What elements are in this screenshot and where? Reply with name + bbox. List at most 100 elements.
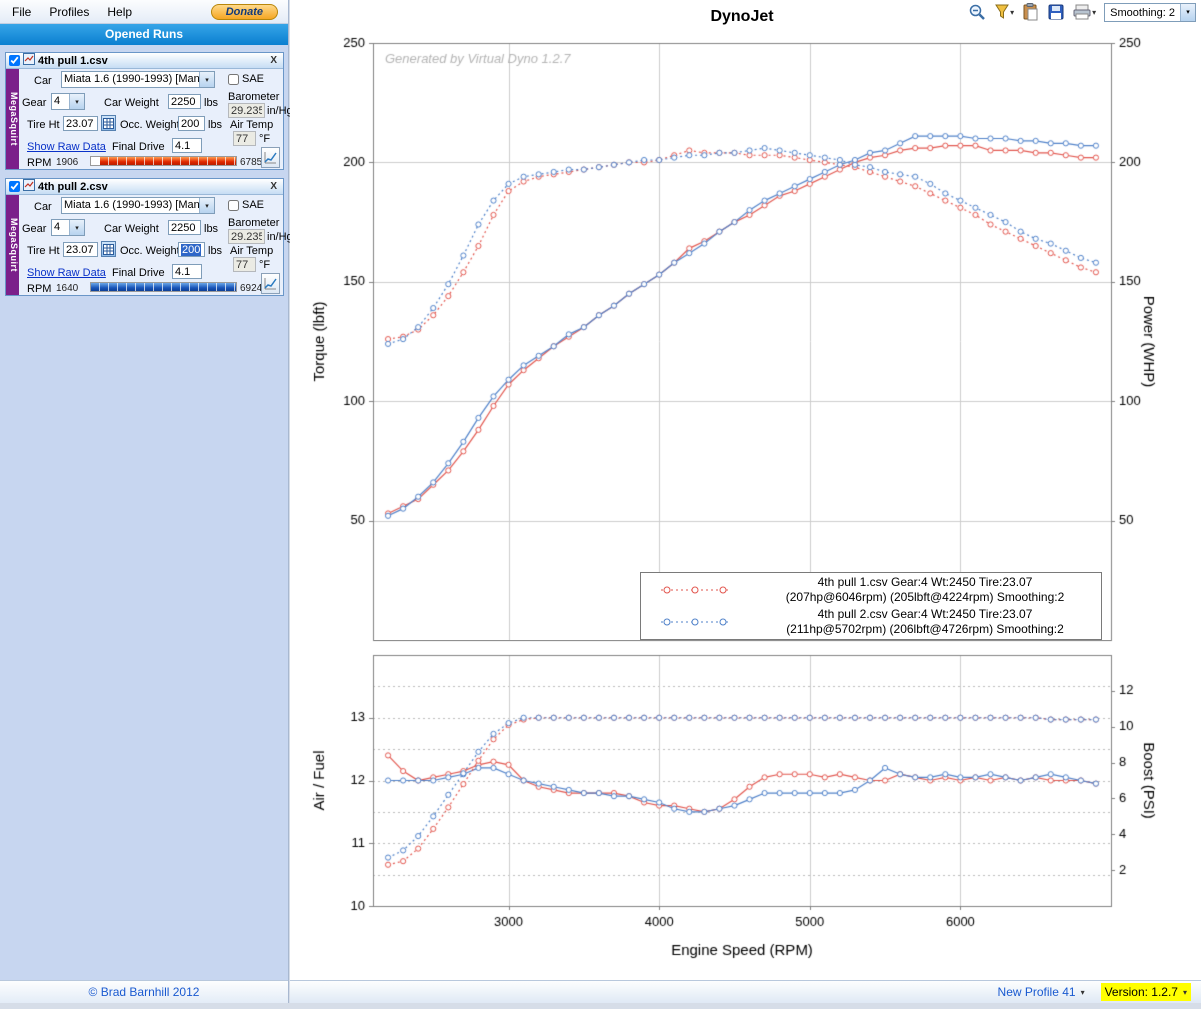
run-title-bar[interactable]: 4th pull 2.csv X bbox=[6, 179, 283, 195]
view-graph-button[interactable] bbox=[261, 147, 280, 168]
run-chart-icon bbox=[23, 53, 35, 68]
lbs-label: lbs bbox=[208, 245, 222, 257]
occ-weight-input[interactable] bbox=[178, 116, 205, 131]
megasquirt-badge: MegaSquirt bbox=[6, 69, 19, 169]
occ-weight-label: Occ. Weight bbox=[120, 119, 180, 131]
megasquirt-badge: MegaSquirt bbox=[6, 195, 19, 295]
barometer-input bbox=[228, 103, 265, 118]
run-enabled-checkbox[interactable] bbox=[9, 181, 20, 192]
rpm-end-value: 6924 bbox=[240, 283, 262, 294]
car-weight-label: Car Weight bbox=[104, 223, 159, 235]
run-title-bar[interactable]: 4th pull 1.csv X bbox=[6, 53, 283, 69]
car-weight-label: Car Weight bbox=[104, 97, 159, 109]
air-temp-input bbox=[233, 131, 256, 146]
car-weight-input[interactable] bbox=[168, 220, 201, 235]
sidebar-footer: © Brad Barnhill 2012 bbox=[0, 980, 288, 1003]
sae-label: SAE bbox=[242, 73, 264, 85]
menu-item-profiles[interactable]: Profiles bbox=[41, 2, 97, 22]
menu-item-help[interactable]: Help bbox=[99, 2, 140, 22]
legend-sample-icon bbox=[641, 616, 749, 628]
inhg-label: in/Hg bbox=[267, 105, 293, 117]
dyno-charts-canvas bbox=[290, 0, 1201, 980]
run-panel-2: 4th pull 2.csv X MegaSquirt Car Miata 1.… bbox=[5, 178, 284, 296]
gear-label: Gear bbox=[22, 97, 46, 109]
gear-select[interactable]: 4▾ bbox=[51, 219, 85, 236]
sae-checkbox[interactable] bbox=[228, 74, 239, 85]
lbs-label: lbs bbox=[208, 119, 222, 131]
tire-ht-label: Tire Ht bbox=[27, 245, 60, 257]
sidebar: File Profiles Help Donate Opened Runs 4t… bbox=[0, 0, 289, 1003]
chevron-down-icon: ▾ bbox=[69, 220, 84, 235]
menu-bar: File Profiles Help Donate bbox=[0, 0, 288, 24]
rpm-start-value: 1906 bbox=[56, 157, 78, 168]
car-weight-input[interactable] bbox=[168, 94, 201, 109]
donate-button[interactable]: Donate bbox=[211, 4, 278, 20]
caret-down-icon: ▾ bbox=[1183, 988, 1187, 997]
legend-entry: 4th pull 2.csv Gear:4 Wt:2450 Tire:23.07… bbox=[641, 606, 1101, 638]
status-bar: New Profile 41▾ Version: 1.2.7▾ bbox=[290, 980, 1201, 1003]
rpm-range-slider[interactable] bbox=[90, 282, 237, 292]
car-select[interactable]: Miata 1.6 (1990-1993) [Manu▾ bbox=[61, 197, 215, 214]
legend-text: 4th pull 2.csv Gear:4 Wt:2450 Tire:23.07… bbox=[749, 607, 1101, 637]
barometer-input bbox=[228, 229, 265, 244]
tire-calculator-button[interactable] bbox=[101, 241, 116, 257]
chart-legend: 4th pull 1.csv Gear:4 Wt:2450 Tire:23.07… bbox=[640, 572, 1102, 640]
degf-label: °F bbox=[259, 133, 270, 145]
chevron-down-icon: ▾ bbox=[199, 72, 214, 87]
barometer-label: Barometer bbox=[228, 217, 279, 229]
run-title: 4th pull 1.csv bbox=[38, 55, 264, 67]
inhg-label: in/Hg bbox=[267, 231, 293, 243]
run-body: MegaSquirt Car Miata 1.6 (1990-1993) [Ma… bbox=[6, 195, 283, 295]
version-select[interactable]: Version: 1.2.7▾ bbox=[1101, 983, 1191, 1001]
car-label: Car bbox=[34, 75, 52, 87]
tire-ht-input[interactable] bbox=[63, 116, 98, 131]
run-chart-icon bbox=[23, 179, 35, 194]
rpm-label: RPM bbox=[27, 157, 51, 169]
chevron-down-icon: ▾ bbox=[199, 198, 214, 213]
chevron-down-icon: ▾ bbox=[69, 94, 84, 109]
close-run-button[interactable]: X bbox=[267, 181, 280, 192]
gear-select[interactable]: 4▾ bbox=[51, 93, 85, 110]
legend-text: 4th pull 1.csv Gear:4 Wt:2450 Tire:23.07… bbox=[749, 575, 1101, 605]
rpm-range-fill bbox=[100, 157, 236, 165]
run-title: 4th pull 2.csv bbox=[38, 181, 264, 193]
legend-sample-icon bbox=[641, 584, 749, 596]
run-body: MegaSquirt Car Miata 1.6 (1990-1993) [Ma… bbox=[6, 69, 283, 169]
sae-checkbox[interactable] bbox=[228, 200, 239, 211]
main-area: DynoJet ▾ ▾ Smoothing: 2▾ 4th pull 1.csv… bbox=[290, 0, 1201, 1003]
sae-label: SAE bbox=[242, 199, 264, 211]
run-enabled-checkbox[interactable] bbox=[9, 55, 20, 66]
app-window: File Profiles Help Donate Opened Runs 4t… bbox=[0, 0, 1201, 1009]
rpm-range-slider[interactable] bbox=[90, 156, 237, 166]
menu-item-file[interactable]: File bbox=[4, 2, 39, 22]
tire-ht-label: Tire Ht bbox=[27, 119, 60, 131]
run-panel-1: 4th pull 1.csv X MegaSquirt Car Miata 1.… bbox=[5, 52, 284, 170]
rpm-start-value: 1640 bbox=[56, 283, 78, 294]
rpm-label: RPM bbox=[27, 283, 51, 295]
tire-calculator-button[interactable] bbox=[101, 115, 116, 131]
occ-weight-input[interactable]: 200 bbox=[178, 242, 205, 257]
show-raw-data-link[interactable]: Show Raw Data bbox=[27, 141, 106, 153]
legend-entry: 4th pull 1.csv Gear:4 Wt:2450 Tire:23.07… bbox=[641, 574, 1101, 606]
tire-ht-input[interactable] bbox=[63, 242, 98, 257]
opened-runs-header: Opened Runs bbox=[0, 24, 288, 45]
profile-select[interactable]: New Profile 41▾ bbox=[998, 985, 1085, 999]
lbs-label: lbs bbox=[204, 97, 218, 109]
view-graph-button[interactable] bbox=[261, 273, 280, 294]
final-drive-input[interactable] bbox=[172, 138, 202, 153]
rpm-end-value: 6785 bbox=[240, 157, 262, 168]
show-raw-data-link[interactable]: Show Raw Data bbox=[27, 267, 106, 279]
degf-label: °F bbox=[259, 259, 270, 271]
air-temp-label: Air Temp bbox=[230, 119, 273, 131]
copyright-text: © Brad Barnhill 2012 bbox=[89, 985, 200, 999]
rpm-range-fill bbox=[91, 283, 236, 291]
car-select[interactable]: Miata 1.6 (1990-1993) [Manu▾ bbox=[61, 71, 215, 88]
close-run-button[interactable]: X bbox=[267, 55, 280, 66]
air-temp-label: Air Temp bbox=[230, 245, 273, 257]
caret-down-icon: ▾ bbox=[1081, 988, 1085, 997]
sae-checkbox-group: SAE bbox=[228, 199, 264, 211]
sae-checkbox-group: SAE bbox=[228, 73, 264, 85]
final-drive-label: Final Drive bbox=[112, 141, 165, 153]
final-drive-input[interactable] bbox=[172, 264, 202, 279]
gear-label: Gear bbox=[22, 223, 46, 235]
